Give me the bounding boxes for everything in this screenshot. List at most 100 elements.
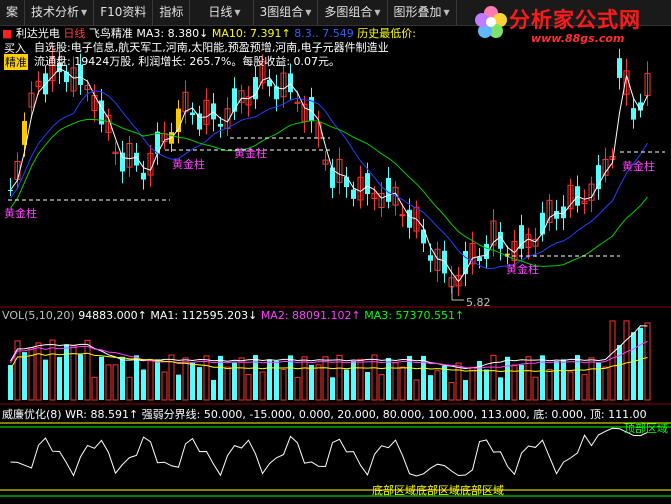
volume-bar bbox=[484, 369, 489, 400]
volume-bar bbox=[561, 359, 566, 400]
volume-bar bbox=[315, 364, 322, 401]
stock-chart[interactable] bbox=[0, 0, 671, 504]
volume-bar bbox=[43, 359, 48, 400]
volume-bar bbox=[357, 358, 364, 401]
volume-bar bbox=[442, 365, 447, 400]
candle-body bbox=[477, 257, 482, 262]
top-zone-label: 顶部区域 bbox=[624, 422, 668, 435]
volume-bar bbox=[99, 356, 104, 400]
volume-bar bbox=[617, 344, 622, 400]
volume-bar bbox=[644, 322, 651, 401]
volume-bar bbox=[519, 364, 524, 400]
volume-title: VOL(5,10,20) bbox=[2, 309, 75, 322]
golden-column-label-5: 黄金柱 bbox=[622, 160, 655, 173]
low-price-label: 5.82 bbox=[466, 296, 491, 309]
volume-ma1: MA1: 112595.203↓ bbox=[150, 309, 258, 322]
volume-bar bbox=[365, 371, 370, 400]
volume-bar bbox=[638, 327, 643, 400]
candle-body bbox=[505, 253, 510, 256]
volume-bar bbox=[182, 357, 189, 401]
volume-bar bbox=[176, 374, 181, 400]
volume-bar bbox=[294, 376, 301, 401]
candle-body bbox=[575, 186, 580, 206]
volume-bar bbox=[155, 359, 160, 400]
candle-body bbox=[232, 88, 237, 112]
candle-body bbox=[365, 173, 370, 195]
candle-body bbox=[344, 176, 349, 188]
golden-column-label-1: 黄金柱 bbox=[4, 207, 37, 220]
candle-body bbox=[218, 123, 223, 127]
volume-bar bbox=[532, 376, 539, 401]
golden-column-label-4: 黄金柱 bbox=[506, 263, 539, 276]
candle-body bbox=[120, 152, 125, 172]
volume-bar bbox=[309, 364, 314, 400]
volume-bar bbox=[588, 357, 595, 401]
volume-bar bbox=[238, 357, 245, 401]
volume-ma3: MA3: 57370.551↑ bbox=[364, 309, 465, 322]
candle-body bbox=[540, 212, 545, 235]
golden-column-label-2: 黄金柱 bbox=[172, 158, 205, 171]
volume-bar bbox=[203, 355, 210, 401]
indicator-title: 威廉优化(8) bbox=[2, 408, 62, 421]
candle-body bbox=[631, 108, 636, 120]
logo-text: 分析家公式网 bbox=[509, 8, 641, 32]
volume-bar bbox=[609, 320, 616, 401]
volume-bar bbox=[49, 339, 56, 401]
volume-bar bbox=[386, 357, 391, 400]
candle-body bbox=[617, 58, 622, 78]
volume-bar bbox=[120, 356, 125, 400]
volume-bar bbox=[567, 371, 574, 401]
volume-bar bbox=[105, 364, 112, 401]
candle-body bbox=[141, 172, 146, 180]
indicator-header: 威廉优化(8) WR: 88.591↑ 强弱分界线: 50.000, -15.0… bbox=[2, 406, 647, 422]
volume-bar bbox=[35, 342, 42, 401]
volume-bar bbox=[211, 379, 216, 400]
volume-bar bbox=[623, 320, 630, 401]
volume-bar bbox=[8, 365, 13, 400]
volume-bar bbox=[91, 376, 98, 401]
candle-body bbox=[288, 73, 293, 93]
volume-bar bbox=[511, 364, 518, 401]
volume-bar bbox=[581, 374, 588, 401]
volume-bar bbox=[455, 362, 462, 401]
volume-value: 94883.000↑ bbox=[78, 309, 147, 322]
candle-body bbox=[428, 255, 433, 261]
volume-bar bbox=[602, 366, 609, 401]
volume-bar bbox=[322, 356, 329, 401]
volume-bar bbox=[448, 382, 455, 401]
volume-bar bbox=[280, 368, 287, 401]
indicator-wr: WR: 88.591↑ bbox=[65, 408, 139, 421]
volume-bar bbox=[267, 359, 272, 400]
volume-bar bbox=[330, 377, 335, 400]
bottom-zone-label: 底部区域底部区域底部区域 bbox=[372, 484, 504, 497]
candle-body bbox=[554, 210, 559, 219]
candle-body bbox=[190, 112, 195, 116]
volume-bar bbox=[141, 369, 146, 400]
indicator-params: 强弱分界线: 50.000, -15.000, 0.000, 20.000, 8… bbox=[141, 408, 647, 421]
volume-bar bbox=[399, 366, 406, 401]
volume-bar bbox=[498, 377, 503, 400]
volume-bar bbox=[78, 354, 83, 400]
volume-ma2: MA2: 88091.102↑ bbox=[260, 309, 361, 322]
volume-header: VOL(5,10,20) 94883.000↑ MA1: 112595.203↓… bbox=[2, 309, 464, 322]
candle-body bbox=[498, 231, 503, 249]
volume-bar bbox=[434, 370, 441, 401]
volume-bar bbox=[378, 374, 385, 401]
volume-bar bbox=[413, 379, 420, 401]
volume-bar bbox=[351, 360, 356, 400]
volume-bar bbox=[134, 355, 139, 400]
volume-bar bbox=[505, 356, 510, 400]
ma-short-line bbox=[10, 67, 648, 283]
volume-bar bbox=[190, 362, 195, 400]
volume-ma2-line bbox=[10, 340, 648, 369]
volume-bar bbox=[197, 367, 202, 400]
volume-bar bbox=[463, 380, 468, 400]
info-float-shares: 流通盘: 19424万股, 利润增长: 265.7%。每股收益: 0.07元。 bbox=[34, 55, 341, 68]
logo: 分析家公式网 www.88gs.com bbox=[471, 2, 667, 48]
wr-line bbox=[10, 427, 648, 477]
logo-url: www.88gs.com bbox=[531, 32, 625, 45]
volume-bar bbox=[259, 371, 266, 401]
candle-body bbox=[519, 225, 524, 249]
alert-icon: ■ bbox=[2, 27, 13, 40]
candle-body bbox=[399, 214, 406, 217]
